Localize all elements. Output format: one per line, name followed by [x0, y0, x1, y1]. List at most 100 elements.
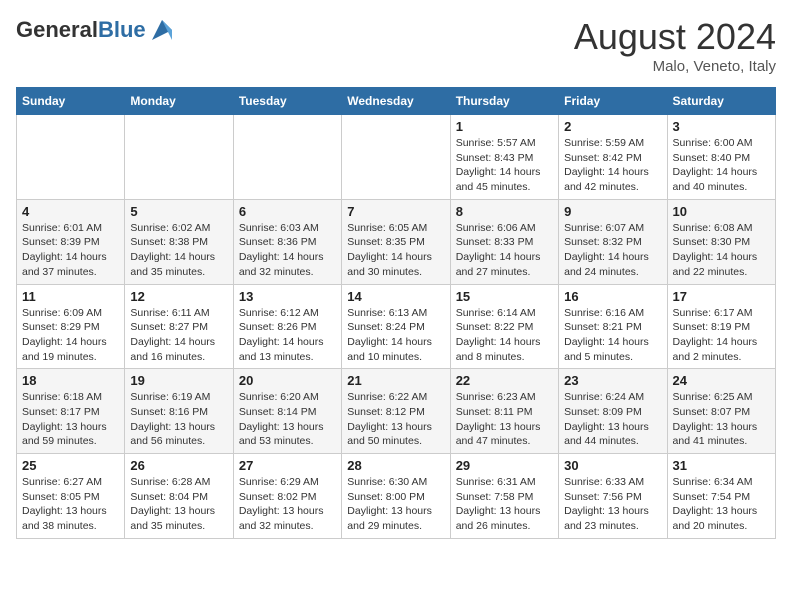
day-number: 30 [564, 458, 661, 473]
day-detail: Sunrise: 6:06 AMSunset: 8:33 PMDaylight:… [456, 221, 553, 280]
day-number: 24 [673, 373, 770, 388]
day-number: 29 [456, 458, 553, 473]
day-number: 5 [130, 204, 227, 219]
col-header-tuesday: Tuesday [233, 88, 341, 115]
calendar-cell: 2 Sunrise: 5:59 AMSunset: 8:42 PMDaylight… [559, 115, 667, 200]
day-detail: Sunrise: 6:09 AMSunset: 8:29 PMDaylight:… [22, 306, 119, 365]
logo-blue: Blue [98, 17, 146, 42]
day-number: 19 [130, 373, 227, 388]
month-title: August 2024 [574, 16, 776, 58]
day-number: 25 [22, 458, 119, 473]
calendar-cell: 31 Sunrise: 6:34 AMSunset: 7:54 PMDayligh… [667, 454, 775, 539]
logo-general: General [16, 17, 98, 42]
day-detail: Sunrise: 6:30 AMSunset: 8:00 PMDaylight:… [347, 475, 444, 534]
day-number: 9 [564, 204, 661, 219]
day-detail: Sunrise: 6:29 AMSunset: 8:02 PMDaylight:… [239, 475, 336, 534]
day-number: 20 [239, 373, 336, 388]
col-header-monday: Monday [125, 88, 233, 115]
calendar-cell: 10Sunrise: 6:08 AMSunset: 8:30 PMDayligh… [667, 199, 775, 284]
calendar-cell: 29 Sunrise: 6:31 AMSunset: 7:58 PMDayligh… [450, 454, 558, 539]
calendar-cell: 21 Sunrise: 6:22 AMSunset: 8:12 PMDayligh… [342, 369, 450, 454]
day-detail: Sunrise: 6:16 AMSunset: 8:21 PMDaylight:… [564, 306, 661, 365]
day-detail: Sunrise: 6:28 AMSunset: 8:04 PMDaylight:… [130, 475, 227, 534]
calendar-cell: 16 Sunrise: 6:16 AMSunset: 8:21 PMDayligh… [559, 284, 667, 369]
logo-icon [148, 16, 176, 44]
calendar-cell: 27 Sunrise: 6:29 AMSunset: 8:02 PMDayligh… [233, 454, 341, 539]
day-detail: Sunrise: 6:19 AMSunset: 8:16 PMDaylight:… [130, 390, 227, 449]
day-detail: Sunrise: 5:57 AMSunset: 8:43 PMDaylight:… [456, 136, 553, 195]
calendar-cell: 13 Sunrise: 6:12 AMSunset: 8:26 PMDayligh… [233, 284, 341, 369]
col-header-thursday: Thursday [450, 88, 558, 115]
calendar-cell: 8 Sunrise: 6:06 AMSunset: 8:33 PMDaylight… [450, 199, 558, 284]
calendar-week-row: 1 Sunrise: 5:57 AMSunset: 8:43 PMDaylight… [17, 115, 776, 200]
col-header-saturday: Saturday [667, 88, 775, 115]
calendar-cell: 20 Sunrise: 6:20 AMSunset: 8:14 PMDayligh… [233, 369, 341, 454]
calendar-cell: 4 Sunrise: 6:01 AMSunset: 8:39 PMDaylight… [17, 199, 125, 284]
day-detail: Sunrise: 6:00 AMSunset: 8:40 PMDaylight:… [673, 136, 770, 195]
calendar-cell: 26Sunrise: 6:28 AMSunset: 8:04 PMDayligh… [125, 454, 233, 539]
calendar-cell: 7Sunrise: 6:05 AMSunset: 8:35 PMDaylight… [342, 199, 450, 284]
col-header-wednesday: Wednesday [342, 88, 450, 115]
day-detail: Sunrise: 6:07 AMSunset: 8:32 PMDaylight:… [564, 221, 661, 280]
day-detail: Sunrise: 6:12 AMSunset: 8:26 PMDaylight:… [239, 306, 336, 365]
day-number: 22 [456, 373, 553, 388]
day-detail: Sunrise: 6:17 AMSunset: 8:19 PMDaylight:… [673, 306, 770, 365]
day-detail: Sunrise: 6:31 AMSunset: 7:58 PMDaylight:… [456, 475, 553, 534]
day-detail: Sunrise: 6:25 AMSunset: 8:07 PMDaylight:… [673, 390, 770, 449]
day-number: 31 [673, 458, 770, 473]
day-number: 4 [22, 204, 119, 219]
day-number: 16 [564, 289, 661, 304]
day-detail: Sunrise: 6:22 AMSunset: 8:12 PMDaylight:… [347, 390, 444, 449]
day-detail: Sunrise: 6:01 AMSunset: 8:39 PMDaylight:… [22, 221, 119, 280]
day-number: 8 [456, 204, 553, 219]
day-detail: Sunrise: 6:33 AMSunset: 7:56 PMDaylight:… [564, 475, 661, 534]
day-number: 3 [673, 119, 770, 134]
day-number: 1 [456, 119, 553, 134]
calendar-cell: 24 Sunrise: 6:25 AMSunset: 8:07 PMDayligh… [667, 369, 775, 454]
day-detail: Sunrise: 6:24 AMSunset: 8:09 PMDaylight:… [564, 390, 661, 449]
day-number: 17 [673, 289, 770, 304]
calendar-cell: 5 Sunrise: 6:02 AMSunset: 8:38 PMDaylight… [125, 199, 233, 284]
calendar-cell: 11 Sunrise: 6:09 AMSunset: 8:29 PMDayligh… [17, 284, 125, 369]
day-detail: Sunrise: 6:20 AMSunset: 8:14 PMDaylight:… [239, 390, 336, 449]
day-detail: Sunrise: 6:27 AMSunset: 8:05 PMDaylight:… [22, 475, 119, 534]
calendar-cell: 18 Sunrise: 6:18 AMSunset: 8:17 PMDayligh… [17, 369, 125, 454]
calendar-cell: 12 Sunrise: 6:11 AMSunset: 8:27 PMDayligh… [125, 284, 233, 369]
day-detail: Sunrise: 6:13 AMSunset: 8:24 PMDaylight:… [347, 306, 444, 365]
calendar-week-row: 18 Sunrise: 6:18 AMSunset: 8:17 PMDayligh… [17, 369, 776, 454]
calendar-cell: 19 Sunrise: 6:19 AMSunset: 8:16 PMDayligh… [125, 369, 233, 454]
day-detail: Sunrise: 5:59 AMSunset: 8:42 PMDaylight:… [564, 136, 661, 195]
calendar-cell: 25 Sunrise: 6:27 AMSunset: 8:05 PMDayligh… [17, 454, 125, 539]
day-number: 10 [673, 204, 770, 219]
day-number: 27 [239, 458, 336, 473]
calendar-cell [17, 115, 125, 200]
day-number: 2 [564, 119, 661, 134]
day-detail: Sunrise: 6:11 AMSunset: 8:27 PMDaylight:… [130, 306, 227, 365]
calendar-cell [233, 115, 341, 200]
day-number: 28 [347, 458, 444, 473]
calendar-cell: 28 Sunrise: 6:30 AMSunset: 8:00 PMDayligh… [342, 454, 450, 539]
calendar-cell: 30 Sunrise: 6:33 AMSunset: 7:56 PMDayligh… [559, 454, 667, 539]
day-detail: Sunrise: 6:14 AMSunset: 8:22 PMDaylight:… [456, 306, 553, 365]
calendar-week-row: 11 Sunrise: 6:09 AMSunset: 8:29 PMDayligh… [17, 284, 776, 369]
col-header-sunday: Sunday [17, 88, 125, 115]
calendar-cell: 9 Sunrise: 6:07 AMSunset: 8:32 PMDaylight… [559, 199, 667, 284]
day-number: 7 [347, 204, 444, 219]
calendar-cell [125, 115, 233, 200]
calendar-cell [342, 115, 450, 200]
day-number: 21 [347, 373, 444, 388]
calendar-cell: 1 Sunrise: 5:57 AMSunset: 8:43 PMDaylight… [450, 115, 558, 200]
calendar-header-row: SundayMondayTuesdayWednesdayThursdayFrid… [17, 88, 776, 115]
day-number: 13 [239, 289, 336, 304]
day-number: 12 [130, 289, 227, 304]
day-number: 18 [22, 373, 119, 388]
calendar-table: SundayMondayTuesdayWednesdayThursdayFrid… [16, 87, 776, 539]
calendar-cell: 22Sunrise: 6:23 AMSunset: 8:11 PMDayligh… [450, 369, 558, 454]
day-detail: Sunrise: 6:02 AMSunset: 8:38 PMDaylight:… [130, 221, 227, 280]
day-number: 11 [22, 289, 119, 304]
calendar-cell: 23 Sunrise: 6:24 AMSunset: 8:09 PMDayligh… [559, 369, 667, 454]
day-number: 14 [347, 289, 444, 304]
day-detail: Sunrise: 6:34 AMSunset: 7:54 PMDaylight:… [673, 475, 770, 534]
day-detail: Sunrise: 6:18 AMSunset: 8:17 PMDaylight:… [22, 390, 119, 449]
day-number: 23 [564, 373, 661, 388]
